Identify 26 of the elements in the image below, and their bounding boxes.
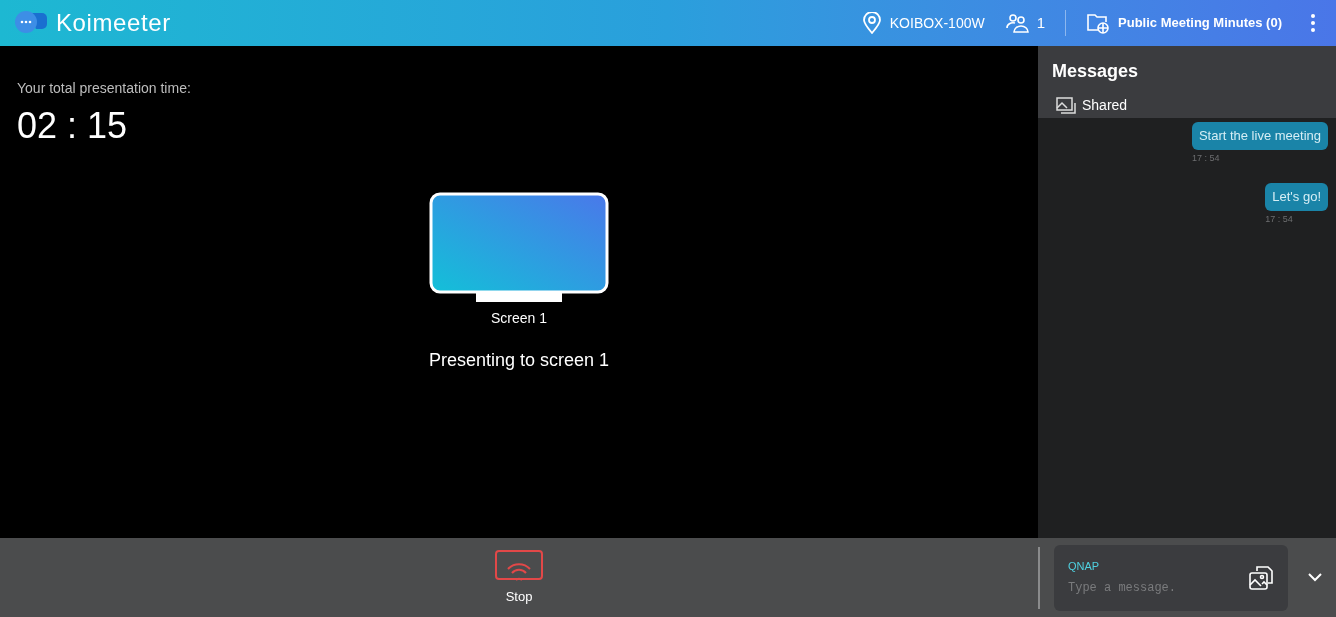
presentation-timer: 02 : 15: [17, 104, 129, 148]
people-icon: [1004, 13, 1029, 33]
attach-image-icon[interactable]: [1248, 564, 1274, 591]
sender-name: QNAP: [1068, 559, 1101, 575]
more-options-icon[interactable]: [1310, 13, 1316, 33]
message-bubble: Let's go!: [1265, 183, 1328, 211]
message-time: 17 : 54: [1265, 212, 1293, 226]
screen-label: Screen 1: [490, 309, 547, 328]
message-time: 17 : 54: [1191, 151, 1220, 165]
shared-tab[interactable]: Shared: [1082, 95, 1128, 116]
meeting-minutes-link[interactable]: Public Meeting Minutes (0): [1118, 13, 1282, 33]
device-name: KOIBOX-100W: [889, 13, 985, 33]
participant-count: 1: [1036, 12, 1046, 33]
folder-globe-icon: [1086, 12, 1111, 34]
screen-icon: [429, 192, 609, 304]
presentation-time-label: Your total presentation time:: [17, 79, 192, 98]
chevron-down-icon[interactable]: [1308, 573, 1322, 582]
chat-bubble-icon: [12, 10, 48, 36]
message-input[interactable]: Type a message.: [1068, 578, 1228, 597]
presenting-status: Presenting to screen 1: [428, 349, 610, 372]
image-icon: [1056, 97, 1076, 114]
messages-title: Messages: [1052, 60, 1140, 83]
location-pin-icon: [861, 12, 882, 34]
message-bubble: Start the live meeting: [1191, 122, 1328, 150]
stop-button[interactable]: Stop: [495, 548, 543, 607]
app-logo: Koimeeter: [56, 8, 171, 38]
